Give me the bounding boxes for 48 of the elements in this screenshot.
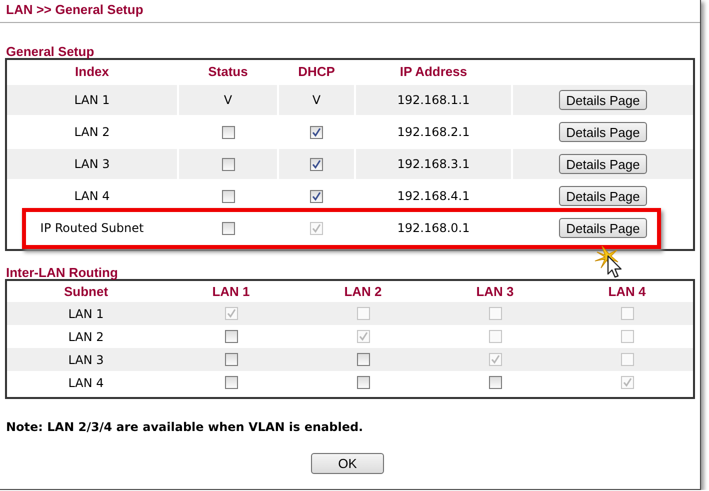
- table-cell: LAN 4: [68, 376, 104, 390]
- status-text: V: [312, 93, 321, 107]
- details-button[interactable]: Details Page: [559, 218, 647, 238]
- status-text: V: [224, 93, 232, 107]
- page-title: LAN >> General Setup: [6, 2, 144, 17]
- checkbox[interactable]: [222, 126, 234, 138]
- table-cell: 192.168.4.1: [397, 189, 470, 203]
- table-cell: 192.168.0.1: [397, 221, 470, 235]
- table-cell: LAN 3: [74, 157, 110, 171]
- table-cell: 192.168.3.1: [397, 157, 470, 171]
- table-cell: 192.168.2.1: [397, 125, 470, 139]
- column-header: IP Address: [400, 64, 468, 79]
- column-header: LAN 4: [608, 284, 646, 299]
- checkbox[interactable]: [356, 353, 370, 366]
- column-header: LAN 1: [212, 284, 250, 299]
- table-cell: 192.168.1.1: [397, 93, 470, 107]
- table-cell: LAN 1: [68, 306, 104, 320]
- column-header: Status: [208, 64, 248, 79]
- checkbox[interactable]: [224, 376, 238, 389]
- table-cell: LAN 4: [74, 189, 110, 203]
- details-button[interactable]: Details Page: [559, 90, 647, 110]
- details-button[interactable]: Details Page: [559, 186, 647, 206]
- checkbox[interactable]: [222, 158, 234, 170]
- section-title: Inter-LAN Routing: [5, 265, 119, 279]
- checkbox[interactable]: [310, 190, 323, 202]
- column-header: DHCP: [298, 64, 335, 79]
- details-button[interactable]: Details Page: [559, 154, 647, 174]
- ok-button[interactable]: OK: [311, 453, 384, 474]
- table-cell: LAN 3: [68, 352, 104, 366]
- table-cell: LAN 1: [74, 93, 110, 107]
- table-cell: IP Routed Subnet: [40, 221, 144, 235]
- table-cell: LAN 2: [74, 125, 110, 139]
- checkbox[interactable]: [310, 158, 323, 170]
- checkbox[interactable]: [224, 353, 238, 366]
- table-cell: LAN 2: [68, 330, 104, 344]
- checkbox[interactable]: [488, 376, 502, 389]
- note-text: Note: LAN 2/3/4 are available when VLAN is enabled.: [5, 419, 364, 434]
- column-header: LAN 2: [344, 284, 382, 299]
- details-button[interactable]: Details Page: [559, 122, 647, 142]
- checkbox[interactable]: [310, 126, 323, 138]
- checkbox[interactable]: [224, 330, 238, 343]
- checkbox[interactable]: [222, 222, 234, 234]
- column-header: Index: [75, 64, 109, 79]
- checkbox[interactable]: [356, 376, 370, 389]
- column-header: LAN 3: [476, 284, 514, 299]
- section-title: General Setup: [5, 44, 96, 58]
- column-header: Subnet: [64, 284, 108, 299]
- checkbox[interactable]: [222, 190, 234, 202]
